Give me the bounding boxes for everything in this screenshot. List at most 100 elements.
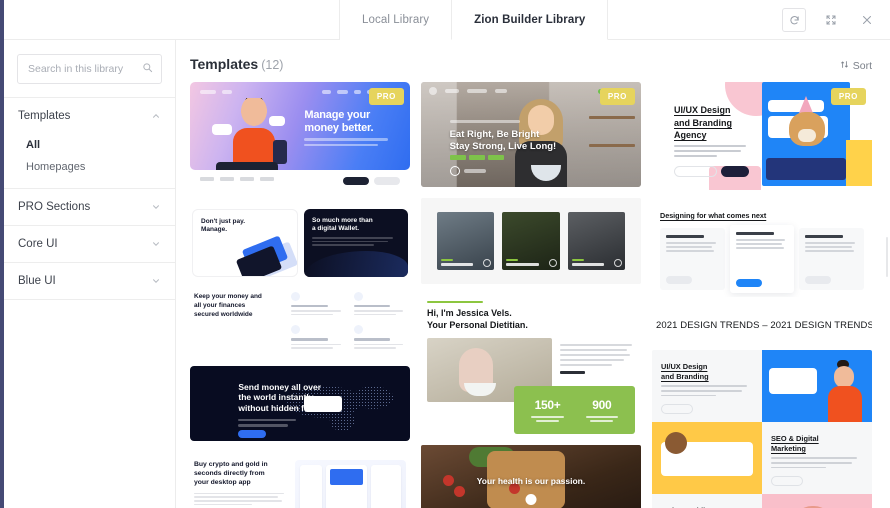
template-card-services-grid[interactable]: UI/UX Design and Branding SEO & Digital …: [652, 350, 872, 508]
wallet-card-light: Don't just pay. Manage.: [192, 209, 298, 277]
template-card-agency-hero[interactable]: PRO UI/UX Design and Branding Agency: [652, 82, 872, 190]
sort-icon: [840, 60, 849, 72]
feature-card: [799, 228, 865, 290]
stat-item: 150+: [520, 398, 574, 423]
chevron-down-icon: [151, 239, 161, 249]
sidebar-group-core-ui-label: Core UI: [18, 238, 58, 250]
collapse-button[interactable]: [820, 9, 842, 31]
templates-column-2: PRO Eat Right, Be Bright Stay Strong, Li…: [421, 82, 641, 508]
sort-button[interactable]: Sort: [840, 60, 872, 72]
sidebar-item-all[interactable]: All: [4, 134, 175, 156]
sidebar-group-blue-ui-header[interactable]: Blue UI: [4, 263, 175, 299]
library-main: Local Library Zion Builder Library Searc…: [4, 0, 890, 508]
sidebar-group-core-ui-header[interactable]: Core UI: [4, 226, 175, 262]
mock-popup-card: [304, 395, 343, 412]
template-card-finance-hero[interactable]: PRO Manage your money better.: [190, 82, 410, 195]
tab-zion-builder-library-label: Zion Builder Library: [474, 13, 586, 26]
stat-value: 150+: [534, 398, 561, 413]
sidebar-group-pro-sections-header[interactable]: PRO Sections: [4, 189, 175, 225]
templates-column-1: PRO Manage your money better. Don't just…: [190, 82, 410, 508]
thumb-item: [437, 212, 495, 270]
header-actions: [782, 0, 878, 40]
service-item: Web & Mobile Development: [652, 494, 762, 508]
service-item: UI/UX Design and Branding: [652, 350, 762, 422]
pro-badge: PRO: [830, 88, 866, 105]
search-input[interactable]: [18, 55, 161, 83]
template-card-designing-next[interactable]: Designing for what comes next: [652, 201, 872, 297]
template-card-crypto-desktop[interactable]: Buy crypto and gold in seconds directly …: [190, 451, 410, 508]
thumb-item: [567, 212, 625, 270]
wallet-card-dark-title: So much more than a digital Wallet.: [312, 217, 373, 232]
template-card-world-transfer[interactable]: Send money all over the world instantly,…: [190, 365, 410, 441]
sidebar-group-templates-label: Templates: [18, 110, 71, 122]
sidebar-group-templates: Templates All Homepages: [4, 97, 175, 188]
templates-header: Templates (12) Sort: [176, 40, 890, 82]
scrollbar[interactable]: [886, 236, 888, 277]
service-image: [762, 350, 872, 422]
template-thumbnail: Buy crypto and gold in seconds directly …: [190, 452, 410, 508]
template-card-design-trends-marquee[interactable]: 2021 DESIGN TRENDS – 2021 DESIGN TRENDS …: [652, 308, 872, 339]
tab-local-library[interactable]: Local Library: [339, 0, 453, 40]
page-title: Templates (12): [190, 56, 283, 72]
template-thumbnail: Send money all over the world instantly,…: [190, 365, 410, 441]
refresh-button[interactable]: [782, 8, 806, 32]
sidebar-group-pro-sections-label: PRO Sections: [18, 201, 91, 213]
library-sidebar: Templates All Homepages: [4, 40, 176, 508]
sidebar-item-homepages[interactable]: Homepages: [4, 156, 175, 178]
chevron-down-icon: [151, 202, 161, 212]
templates-count: (12): [261, 58, 284, 72]
template-card-wallet-features[interactable]: Don't just pay. Manage. So much more tha…: [190, 206, 410, 355]
chevron-up-icon: [151, 111, 161, 121]
sidebar-item-homepages-label: Homepages: [26, 161, 86, 173]
tab-zion-builder-library[interactable]: Zion Builder Library: [451, 0, 609, 40]
template-heading: Buy crypto and gold in seconds directly …: [194, 460, 268, 486]
service-image: [652, 422, 762, 494]
mock-floating-bar: [216, 162, 279, 170]
templates-panel: Templates (12) Sort PRO Manage your mone…: [176, 40, 890, 508]
service-item: SEO & Digital Marketing: [762, 422, 872, 494]
search-box[interactable]: [17, 54, 162, 84]
service-image: [762, 494, 872, 508]
service-title: UI/UX Design and Branding: [661, 362, 709, 381]
pro-badge: PRO: [599, 88, 635, 105]
stat-value: 900: [592, 398, 612, 413]
template-thumbnail: [421, 198, 641, 284]
feature-card: [729, 225, 795, 293]
pro-badge: PRO: [368, 88, 404, 105]
template-card-dietitian[interactable]: Hi, I'm Jessica Vels. Your Personal Diet…: [421, 295, 641, 435]
close-icon: [861, 14, 873, 26]
thumb-item: [502, 212, 560, 270]
template-card-nutrition-hero[interactable]: PRO Eat Right, Be Bright Stay Strong, Li…: [421, 82, 641, 187]
close-button[interactable]: [856, 9, 878, 31]
wallet-feature-heading: Keep your money and all your finances se…: [194, 293, 262, 318]
search-icon: [142, 60, 153, 78]
sidebar-group-blue-ui: Blue UI: [4, 262, 175, 299]
template-card-health-passion[interactable]: Your health is our passion.: [421, 445, 641, 508]
sidebar-group-core-ui: Core UI: [4, 225, 175, 262]
mock-photo-person: [220, 98, 287, 170]
template-thumbnail: UI/UX Design and Branding SEO & Digital …: [652, 350, 872, 508]
mock-dog-photo: [787, 96, 827, 146]
template-heading: Eat Right, Be Bright Stay Strong, Live L…: [449, 129, 557, 152]
sidebar-item-all-label: All: [26, 139, 41, 151]
template-heading: Manage your money better.: [304, 109, 373, 135]
marquee-text: 2021 DESIGN TRENDS – 2021 DESIGN TRENDS …: [656, 320, 872, 331]
template-card-nutrition-thumbs[interactable]: [421, 198, 641, 284]
sidebar-group-pro-sections: PRO Sections: [4, 188, 175, 225]
templates-grid: PRO Manage your money better. Don't just…: [176, 82, 890, 508]
sidebar-subitems-templates: All Homepages: [4, 134, 175, 188]
mock-subtext: [304, 138, 388, 149]
template-thumbnail: Don't just pay. Manage. So much more tha…: [190, 206, 410, 355]
sidebar-group-templates-header[interactable]: Templates: [4, 98, 175, 134]
wallet-card-light-title: Don't just pay. Manage.: [201, 218, 246, 233]
template-thumbnail: Your health is our passion.: [421, 445, 641, 508]
mock-logo-row: [190, 170, 410, 195]
heading-line-1: Manage your: [304, 109, 371, 121]
modal-header: Local Library Zion Builder Library: [4, 0, 890, 40]
service-title: SEO & Digital Marketing: [771, 434, 819, 453]
chevron-down-icon: [151, 276, 161, 286]
template-heading: UI/UX Design and Branding Agency: [674, 105, 732, 140]
sidebar-group-blue-ui-label: Blue UI: [18, 275, 56, 287]
tab-local-library-label: Local Library: [362, 14, 430, 26]
template-heading: Hi, I'm Jessica Vels. Your Personal Diet…: [427, 308, 528, 330]
